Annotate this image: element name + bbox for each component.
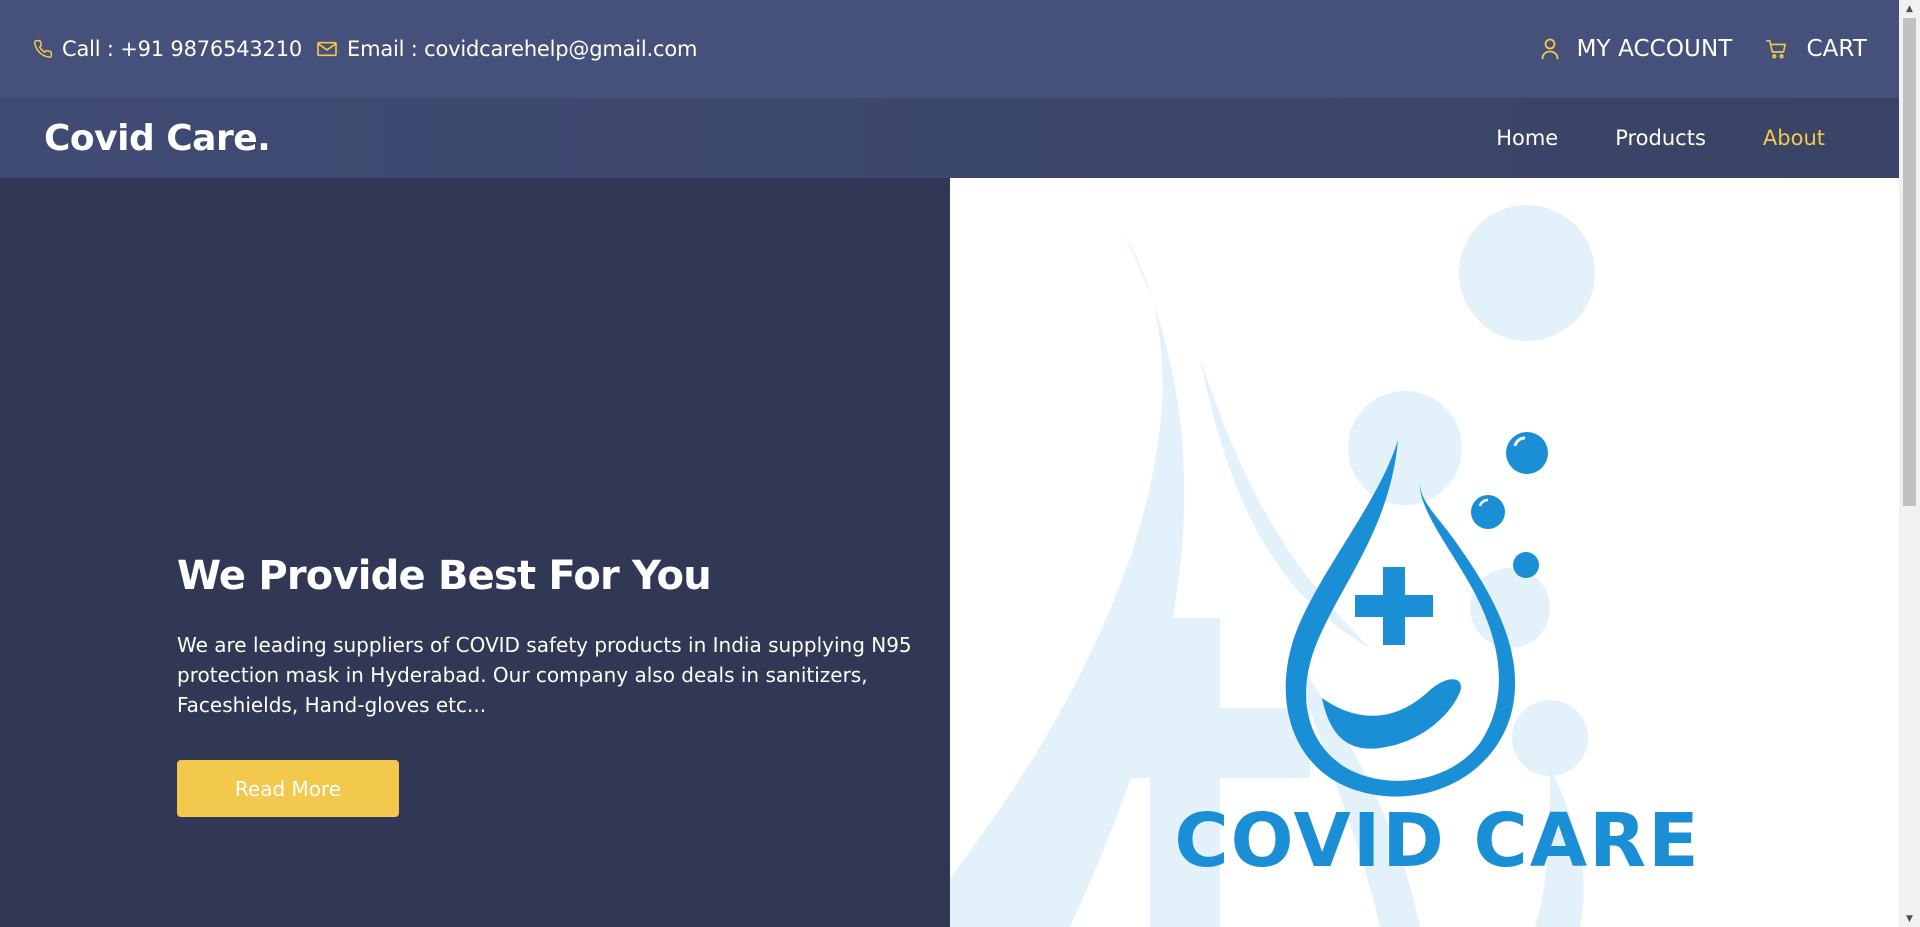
hero-section: We Provide Best For You We are leading s…: [0, 178, 950, 927]
read-more-button[interactable]: Read More: [177, 760, 399, 817]
contact-info: Call : +91 9876543210 Email : covidcareh…: [33, 37, 711, 61]
scroll-thumb[interactable]: [1903, 18, 1916, 506]
hero-description: We are leading suppliers of COVID safety…: [177, 633, 912, 717]
page-scrollbar[interactable]: ▲ ▼: [1899, 0, 1920, 927]
email-label: Email : covidcarehelp@gmail.com: [347, 37, 698, 61]
logo-wordmark: COVID CARE: [1174, 798, 1701, 884]
phone-label: Call : +91 9876543210: [62, 37, 303, 61]
user-icon: [1541, 38, 1558, 60]
cart-link[interactable]: CART: [1766, 36, 1867, 62]
nav-link-about[interactable]: About: [1763, 126, 1825, 150]
top-bar: Call : +91 9876543210 Email : covidcareh…: [0, 0, 1899, 98]
phone-contact[interactable]: Call : +91 9876543210: [33, 37, 302, 61]
account-links: MY ACCOUNT CART: [1507, 36, 1867, 62]
scroll-down-icon[interactable]: ▼: [1899, 910, 1920, 927]
my-account-label: MY ACCOUNT: [1576, 36, 1733, 62]
nav-link-products[interactable]: Products: [1615, 126, 1706, 150]
phone-icon: [34, 39, 53, 58]
cart-icon: [1766, 40, 1787, 59]
hero-logo-image: COVID CARE: [950, 178, 1899, 927]
nav-link-home[interactable]: Home: [1496, 126, 1558, 150]
my-account-link[interactable]: MY ACCOUNT: [1541, 36, 1733, 62]
hero-title: We Provide Best For You: [177, 553, 712, 599]
brand-logo[interactable]: Covid Care.: [44, 118, 271, 159]
mail-icon: [317, 41, 337, 57]
cart-label: CART: [1806, 36, 1867, 62]
email-contact[interactable]: Email : covidcarehelp@gmail.com: [316, 37, 697, 61]
main-nav: Covid Care. Home Products About: [0, 98, 1899, 178]
scroll-up-icon[interactable]: ▲: [1899, 0, 1920, 17]
nav-links: Home Products About: [1439, 126, 1825, 150]
